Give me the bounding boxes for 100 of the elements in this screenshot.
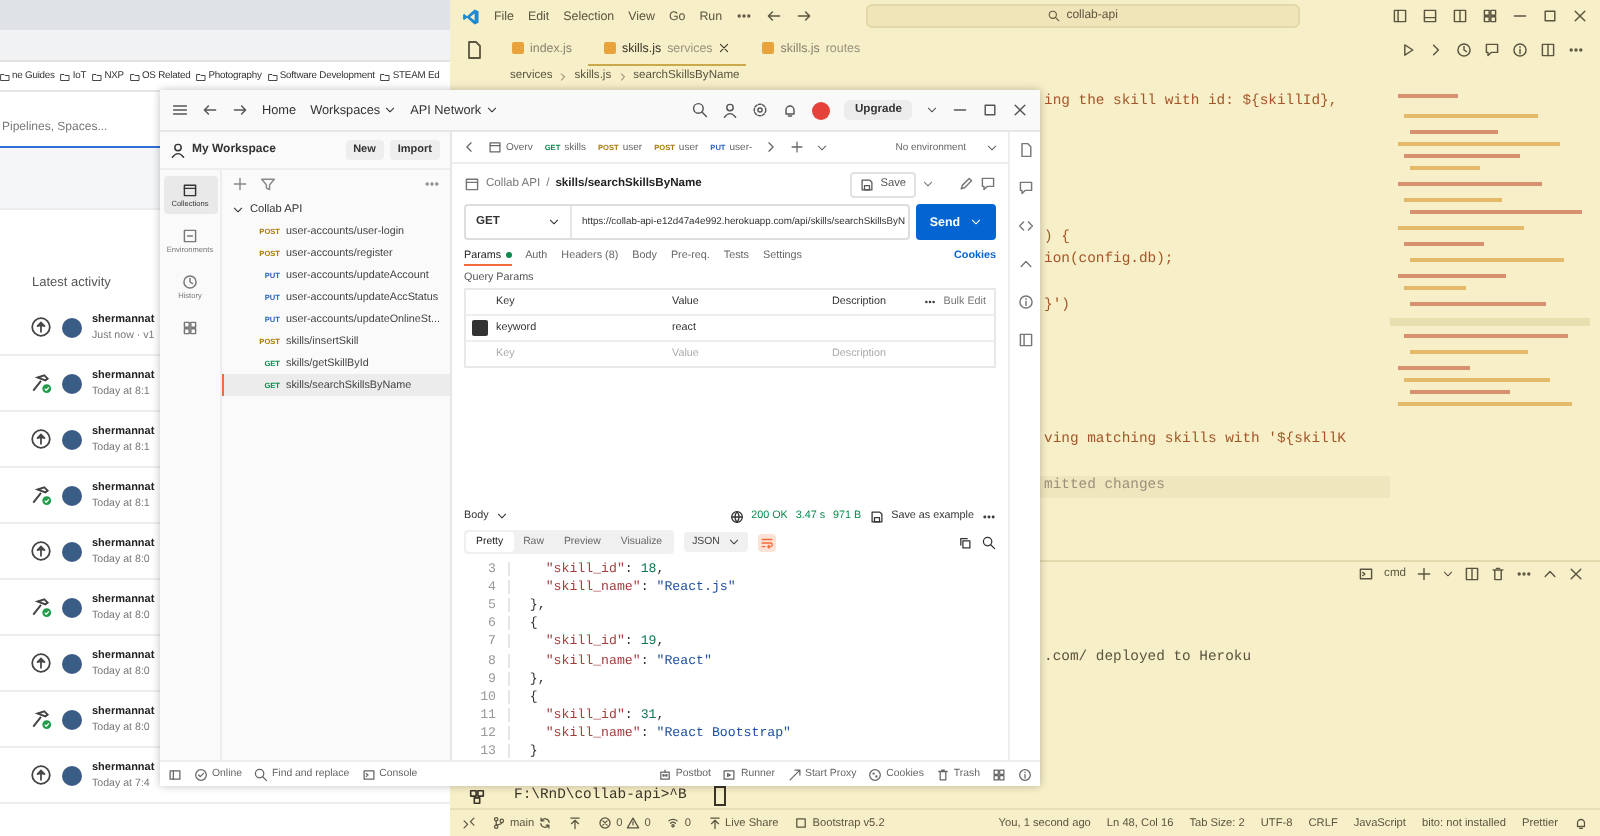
- chevron-down-icon[interactable]: [816, 141, 829, 153]
- hammer-check-icon: [30, 708, 52, 730]
- chevron-icon: [617, 71, 628, 81]
- sidebar-toggle-icon[interactable]: [1392, 8, 1408, 24]
- hammer-check-icon: [30, 372, 52, 394]
- close-icon[interactable]: [718, 42, 731, 54]
- sidebar-icon[interactable]: [1017, 332, 1033, 348]
- chevron-down-icon: [727, 536, 740, 548]
- chevron-down-icon: [485, 104, 498, 116]
- avatar: [62, 765, 82, 785]
- code-icon[interactable]: [1017, 218, 1033, 234]
- info-icon[interactable]: [1017, 294, 1033, 310]
- maximize-icon[interactable]: [1542, 8, 1558, 24]
- terminal-icon: [1358, 566, 1375, 582]
- notification-icon[interactable]: [1574, 816, 1588, 830]
- upload-icon: [30, 652, 52, 674]
- chevron-down-icon: [548, 216, 560, 228]
- console-icon: [361, 767, 376, 781]
- maximize-icon[interactable]: [982, 102, 998, 118]
- filter-icon[interactable]: [260, 176, 276, 192]
- avatar: [62, 317, 82, 337]
- upload-icon: [30, 428, 52, 450]
- forward-icon[interactable]: [232, 102, 248, 118]
- chevron-down-icon: [384, 104, 397, 116]
- runner-icon: [722, 767, 737, 781]
- edit-icon[interactable]: [958, 176, 974, 192]
- settings-icon[interactable]: [752, 102, 769, 118]
- split-editor-icon[interactable]: [1540, 41, 1556, 57]
- share-icon: [707, 816, 721, 830]
- avatar[interactable]: [812, 101, 831, 119]
- wrap-lines-toggle[interactable]: [757, 533, 776, 551]
- chevron-up-icon[interactable]: [1542, 566, 1558, 582]
- cookie-icon: [868, 767, 883, 781]
- folder-icon: [380, 71, 391, 81]
- close-icon[interactable]: [1012, 102, 1028, 118]
- publish-icon[interactable]: [568, 816, 583, 830]
- back-icon[interactable]: [202, 102, 218, 118]
- avatar: [62, 597, 82, 617]
- avatar: [62, 485, 82, 505]
- comment-icon[interactable]: [1484, 41, 1500, 57]
- avatar: [62, 709, 82, 729]
- chevron-down-icon[interactable]: [926, 104, 938, 116]
- remote-icon[interactable]: [462, 816, 476, 830]
- avatar: [62, 653, 82, 673]
- overview-icon: [488, 140, 502, 154]
- person-icon: [170, 142, 186, 158]
- menu-icon[interactable]: [172, 102, 188, 118]
- folder-icon: [129, 71, 140, 81]
- save-icon: [869, 509, 884, 523]
- panel-toggle-icon[interactable]: [1422, 8, 1438, 24]
- more-icon[interactable]: [736, 8, 753, 24]
- warning-icon: [626, 816, 641, 830]
- history-icon: [182, 274, 198, 290]
- scroll-left-icon[interactable]: [462, 140, 476, 154]
- chevron-down-icon: [970, 216, 983, 228]
- upload-icon: [30, 316, 52, 338]
- more-icon[interactable]: [1516, 566, 1532, 582]
- sync-icon[interactable]: [538, 816, 553, 830]
- checkbox[interactable]: [472, 320, 488, 336]
- chevron-down-icon[interactable]: [986, 141, 998, 153]
- add-terminal-icon[interactable]: [1416, 566, 1432, 582]
- close-icon[interactable]: [1572, 8, 1588, 24]
- grid-icon[interactable]: [992, 767, 1006, 781]
- file-icon[interactable]: [464, 39, 484, 59]
- search-icon[interactable]: [982, 535, 996, 549]
- help-icon[interactable]: [1018, 767, 1032, 781]
- chevron-down-icon: [496, 510, 509, 522]
- back-icon[interactable]: [766, 8, 783, 24]
- chevron-icon: [232, 203, 244, 215]
- folder-icon: [92, 71, 103, 81]
- upload-icon: [30, 540, 52, 562]
- search-icon[interactable]: [692, 102, 709, 118]
- sidebar-toggle-icon[interactable]: [168, 767, 182, 781]
- split-icon[interactable]: [1464, 566, 1480, 582]
- save-icon: [860, 177, 875, 191]
- app-logo: [462, 7, 480, 25]
- search-icon: [254, 767, 268, 781]
- trash-icon[interactable]: [1490, 566, 1506, 582]
- comment-icon[interactable]: [1017, 180, 1033, 196]
- online-icon: [194, 767, 208, 781]
- scroll-right-icon[interactable]: [764, 140, 779, 154]
- notification-icon[interactable]: [782, 102, 799, 118]
- copy-icon[interactable]: [958, 535, 972, 549]
- cluster-icon: [468, 787, 486, 805]
- chevron-down-icon[interactable]: [922, 178, 934, 190]
- error-icon: [598, 816, 613, 830]
- environments-icon: [182, 228, 198, 244]
- invite-icon[interactable]: [722, 102, 739, 118]
- layout-icon[interactable]: [1452, 8, 1468, 24]
- folder-icon: [0, 71, 10, 81]
- more-icon[interactable]: [923, 296, 936, 308]
- dropdown-icon[interactable]: [1442, 568, 1454, 580]
- search-icon: [1048, 10, 1061, 22]
- new-tab-icon[interactable]: [790, 140, 805, 154]
- apps-icon: [182, 320, 198, 336]
- forward-icon[interactable]: [796, 8, 813, 24]
- folder-icon: [196, 71, 207, 81]
- grid-icon[interactable]: [1482, 8, 1498, 24]
- run-icon[interactable]: [1400, 41, 1416, 57]
- close-icon[interactable]: [1568, 566, 1584, 582]
